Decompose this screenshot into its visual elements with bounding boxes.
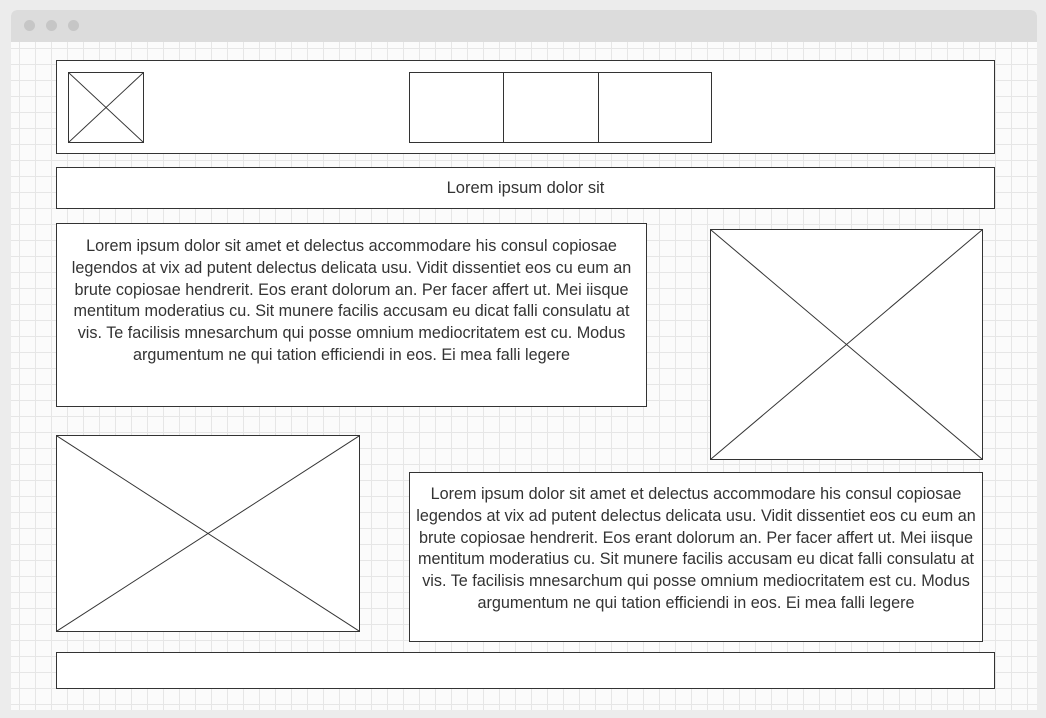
- page-title-bar: Lorem ipsum dolor sit: [56, 167, 995, 209]
- window-close-button[interactable]: [24, 20, 35, 31]
- nav-item[interactable]: [504, 73, 599, 142]
- header: [56, 60, 995, 154]
- window-titlebar: [11, 10, 1037, 42]
- logo-placeholder[interactable]: [68, 72, 144, 143]
- wireframe-canvas: Lorem ipsum dolor sit Lorem ipsum dolor …: [11, 42, 1037, 710]
- image-placeholder-icon: [57, 436, 359, 631]
- window-minimize-button[interactable]: [46, 20, 57, 31]
- footer: [56, 652, 995, 689]
- nav-item[interactable]: [410, 73, 504, 142]
- image-placeholder: [710, 229, 983, 460]
- nav-item[interactable]: [599, 73, 711, 142]
- paragraph-text: Lorem ipsum dolor sit amet et delectus a…: [416, 485, 976, 612]
- browser-window: Lorem ipsum dolor sit Lorem ipsum dolor …: [11, 10, 1037, 710]
- image-placeholder: [56, 435, 360, 632]
- content-text-block: Lorem ipsum dolor sit amet et delectus a…: [56, 223, 647, 407]
- paragraph-text: Lorem ipsum dolor sit amet et delectus a…: [71, 237, 632, 364]
- content-text-block: Lorem ipsum dolor sit amet et delectus a…: [409, 472, 983, 642]
- image-placeholder-icon: [711, 230, 982, 459]
- window-maximize-button[interactable]: [68, 20, 79, 31]
- nav-menu: [409, 72, 712, 143]
- image-placeholder-icon: [69, 73, 143, 142]
- page-title: Lorem ipsum dolor sit: [446, 178, 605, 197]
